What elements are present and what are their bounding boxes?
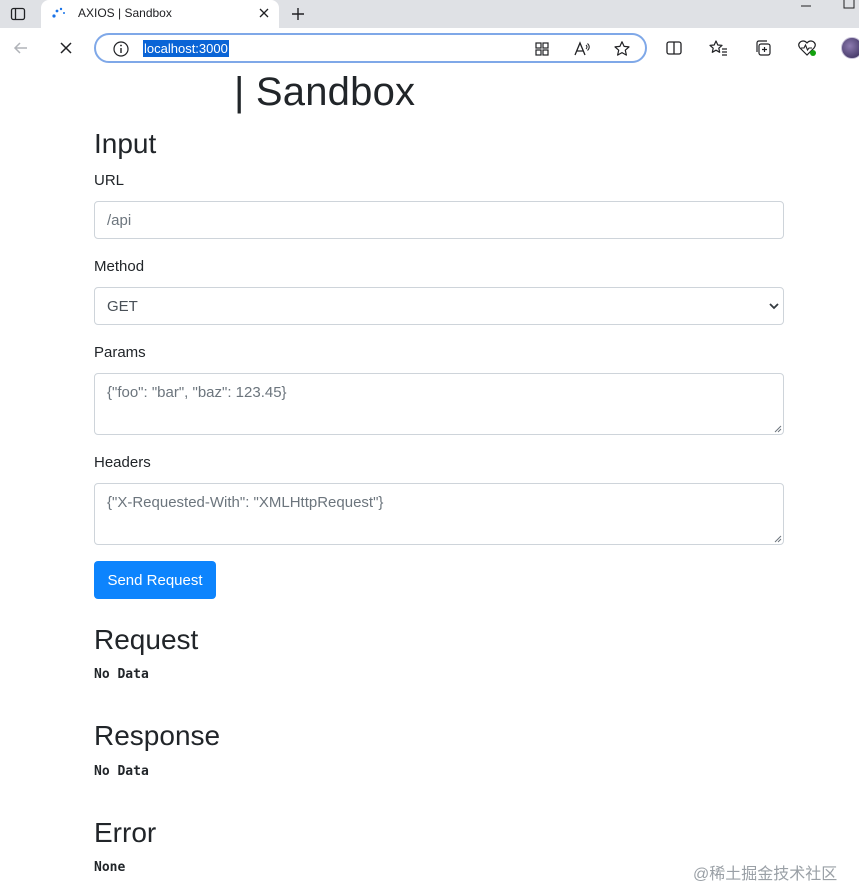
chevron-down-icon bbox=[769, 300, 779, 312]
url-input-value: /api bbox=[107, 212, 132, 229]
collections-icon[interactable] bbox=[752, 37, 774, 59]
method-label: Method bbox=[94, 258, 145, 275]
url-input[interactable]: /api bbox=[94, 201, 784, 239]
method-select-value: GET bbox=[107, 298, 138, 315]
response-heading: Response bbox=[94, 720, 221, 751]
favorites-icon[interactable] bbox=[707, 37, 729, 59]
back-icon[interactable] bbox=[8, 36, 34, 60]
params-label: Params bbox=[94, 344, 146, 361]
stop-loading-icon[interactable] bbox=[53, 36, 79, 60]
browser-tab[interactable]: AXIOS | Sandbox bbox=[41, 0, 279, 28]
resize-handle-icon[interactable] bbox=[774, 425, 782, 433]
page-content: | Sandbox Input URL /api Method GET Para… bbox=[0, 68, 859, 889]
tab-title: AXIOS | Sandbox bbox=[78, 6, 172, 20]
resize-handle-icon[interactable] bbox=[774, 535, 782, 543]
favorite-star-icon[interactable] bbox=[612, 39, 632, 59]
url-label: URL bbox=[94, 172, 125, 189]
new-tab-icon[interactable] bbox=[286, 2, 310, 26]
browser-toolbar: localhost:3000 bbox=[0, 28, 859, 68]
tab-strip: AXIOS | Sandbox bbox=[0, 0, 859, 28]
browser-essentials-icon[interactable] bbox=[796, 37, 818, 59]
params-textarea[interactable]: {"foo": "bar", "baz": 123.45} bbox=[94, 373, 784, 435]
tab-actions-icon[interactable] bbox=[4, 2, 32, 26]
request-output: No Data bbox=[94, 667, 149, 682]
address-bar[interactable]: localhost:3000 bbox=[94, 33, 647, 63]
headers-textarea[interactable]: {"X-Requested-With": "XMLHttpRequest"} bbox=[94, 483, 784, 545]
method-select[interactable]: GET bbox=[94, 287, 784, 325]
maximize-icon[interactable] bbox=[838, 0, 859, 12]
url-text[interactable]: localhost:3000 bbox=[143, 40, 229, 57]
send-request-button[interactable]: Send Request bbox=[94, 561, 216, 599]
params-textarea-value: {"foo": "bar", "baz": 123.45} bbox=[107, 384, 287, 401]
error-heading: Error bbox=[94, 817, 157, 848]
request-heading: Request bbox=[94, 624, 199, 655]
watermark: @稀土掘金技术社区 bbox=[693, 866, 838, 883]
headers-label: Headers bbox=[94, 454, 151, 471]
profile-avatar[interactable] bbox=[841, 37, 859, 59]
error-output: None bbox=[94, 860, 126, 875]
input-heading: Input bbox=[94, 128, 157, 159]
response-output: No Data bbox=[94, 764, 149, 779]
minimize-icon[interactable] bbox=[796, 0, 816, 12]
tab-close-icon[interactable] bbox=[256, 5, 272, 21]
loading-spinner-icon bbox=[51, 6, 67, 22]
site-info-icon[interactable] bbox=[112, 40, 130, 58]
split-screen-icon[interactable] bbox=[663, 37, 685, 59]
page-title: | Sandbox bbox=[234, 70, 416, 114]
headers-textarea-value: {"X-Requested-With": "XMLHttpRequest"} bbox=[107, 494, 384, 511]
read-aloud-icon[interactable] bbox=[572, 39, 592, 59]
app-available-icon[interactable] bbox=[532, 39, 552, 59]
